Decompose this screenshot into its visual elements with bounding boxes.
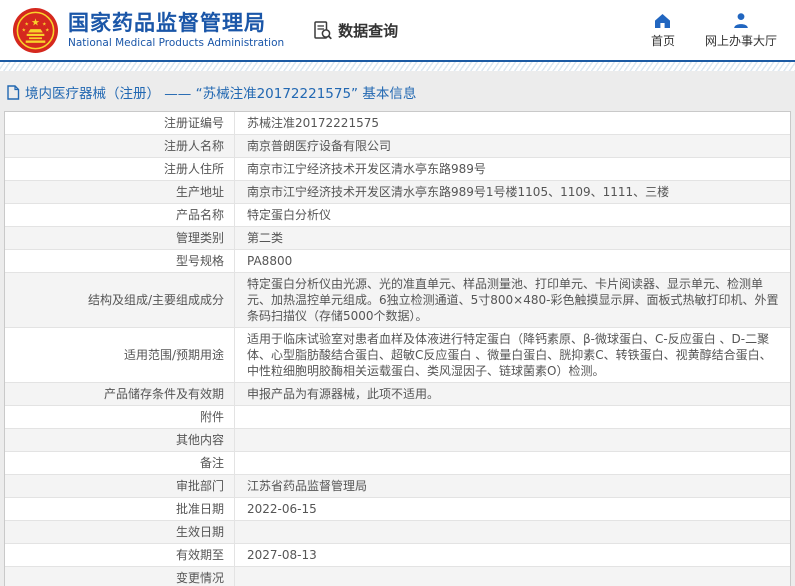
data-query-label: 数据查询: [338, 21, 399, 40]
hatch-band: [0, 62, 795, 71]
nav-data-query[interactable]: 数据查询: [312, 20, 398, 41]
row-value: 申报产品为有源器械，此项不适用。: [247, 387, 440, 401]
row-label: 其他内容: [5, 429, 235, 451]
row-value: 特定蛋白分析仪由光源、光的准直单元、样品测量池、打印单元、卡片阅读器、显示单元、…: [247, 277, 779, 323]
table-row: 附件: [5, 406, 790, 429]
row-value: PA8800: [247, 254, 293, 268]
row-label: 变更情况: [5, 567, 235, 586]
table-row: 管理类别 第二类: [5, 227, 790, 250]
site-header: ★ ★ ★ ★ ★ 国家药品监督管理局 National Medical Pro…: [0, 0, 795, 60]
data-query-icon: [314, 20, 333, 39]
site-title: 国家药品监督管理局: [68, 11, 266, 36]
svg-text:★: ★: [45, 27, 50, 33]
row-value: 特定蛋白分析仪: [247, 208, 332, 222]
table-row: 生效日期: [5, 521, 790, 544]
document-icon: [7, 84, 20, 100]
row-value: 苏械注准20172221575: [247, 116, 379, 130]
table-row: 注册人住所 南京市江宁经济技术开发区清水亭东路989号: [5, 158, 790, 181]
device-info-table: 注册证编号 苏械注准20172221575 注册人名称 南京普朗医疗设备有限公司…: [4, 111, 791, 586]
row-label: 注册人住所: [5, 158, 235, 180]
row-label: 有效期至: [5, 544, 235, 566]
row-value: 适用于临床试验室对患者血样及体液进行特定蛋白（降钙素原、β-微球蛋白、C-反应蛋…: [247, 332, 772, 378]
row-value: 2022-06-15: [247, 502, 317, 516]
row-value: [235, 567, 790, 586]
nav-service-hall[interactable]: 网上办事大厅: [705, 12, 777, 49]
row-value: 南京普朗医疗设备有限公司: [247, 139, 392, 153]
table-row: 适用范围/预期用途 适用于临床试验室对患者血样及体液进行特定蛋白（降钙素原、β-…: [5, 328, 790, 383]
row-label: 附件: [5, 406, 235, 428]
table-row: 变更情况: [5, 567, 790, 586]
table-row: 产品名称 特定蛋白分析仪: [5, 204, 790, 227]
svg-text:★: ★: [31, 17, 40, 28]
table-row: 注册人名称 南京普朗医疗设备有限公司: [5, 135, 790, 158]
nmpa-emblem-logo: ★ ★ ★ ★ ★: [12, 7, 59, 53]
table-row: 注册证编号 苏械注准20172221575: [5, 112, 790, 135]
row-label: 适用范围/预期用途: [5, 328, 235, 382]
breadcrumb: 境内医疗器械（注册） —— “苏械注准20172221575” 基本信息: [6, 82, 795, 102]
brand: ★ ★ ★ ★ ★ 国家药品监督管理局 National Medical Pro…: [12, 7, 284, 54]
row-value: 南京市江宁经济技术开发区清水亭东路989号: [247, 162, 486, 176]
brand-text: 国家药品监督管理局 National Medical Products Admi…: [68, 11, 284, 48]
row-value: 江苏省药品监督管理局: [247, 479, 368, 493]
table-row: 结构及组成/主要组成成分 特定蛋白分析仪由光源、光的准直单元、样品测量池、打印单…: [5, 273, 790, 328]
row-label: 生效日期: [5, 521, 235, 543]
table-row: 审批部门 江苏省药品监督管理局: [5, 475, 790, 498]
table-row: 型号规格 PA8800: [5, 250, 790, 273]
table-row: 备注: [5, 452, 790, 475]
table-row: 有效期至 2027-08-13: [5, 544, 790, 567]
nav-home-label: 首页: [650, 33, 675, 48]
row-label: 产品名称: [5, 204, 235, 226]
row-label: 备注: [5, 452, 235, 474]
home-icon: [655, 13, 671, 28]
user-icon: [734, 12, 748, 28]
row-label: 审批部门: [5, 475, 235, 497]
row-label: 型号规格: [5, 250, 235, 272]
row-label: 生产地址: [5, 181, 235, 203]
row-value: 第二类: [247, 231, 284, 245]
table-row: 生产地址 南京市江宁经济技术开发区清水亭东路989号1号楼1105、1109、1…: [5, 181, 790, 204]
svg-text:★: ★: [22, 27, 27, 33]
row-label: 管理类别: [5, 227, 235, 249]
breadcrumb-text: 境内医疗器械（注册） —— “苏械注准20172221575” 基本信息: [25, 86, 417, 102]
row-value: 南京市江宁经济技术开发区清水亭东路989号1号楼1105、1109、1111、三…: [247, 185, 670, 199]
row-label: 批准日期: [5, 498, 235, 520]
row-label: 结构及组成/主要组成成分: [5, 273, 235, 327]
table-row: 产品储存条件及有效期 申报产品为有源器械，此项不适用。: [5, 383, 790, 406]
site-subtitle: National Medical Products Administration: [68, 36, 285, 49]
table-row: 批准日期 2022-06-15: [5, 498, 790, 521]
row-value: [235, 429, 790, 451]
header-nav: 首页 网上办事大厅: [651, 12, 777, 49]
row-label: 注册人名称: [5, 135, 235, 157]
row-value: 2027-08-13: [247, 548, 317, 562]
row-label: 产品储存条件及有效期: [5, 383, 235, 405]
row-value: [235, 521, 790, 543]
nav-home[interactable]: 首页: [651, 12, 675, 49]
main-content: 境内医疗器械（注册） —— “苏械注准20172221575” 基本信息 注册证…: [0, 71, 795, 586]
table-row: 其他内容: [5, 429, 790, 452]
row-value: [235, 406, 790, 428]
row-label: 注册证编号: [5, 112, 235, 134]
row-value: [235, 452, 790, 474]
nav-service-hall-label: 网上办事大厅: [704, 33, 777, 48]
